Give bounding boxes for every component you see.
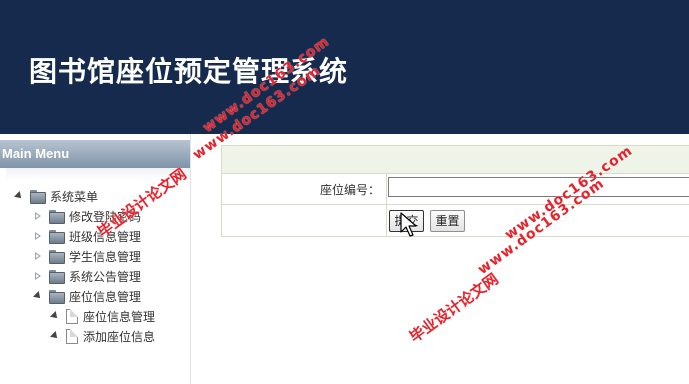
form-row-seat-number: 座位编号： <box>222 173 689 205</box>
sidebar: Main Menu 系统菜单 修改登陆密码 班级信息管理 学生信息管理 系统公告… <box>0 134 191 384</box>
collapse-arrow-icon[interactable] <box>33 291 43 301</box>
tree-item-class-info[interactable]: 班级信息管理 <box>33 226 141 246</box>
folder-icon <box>30 189 46 204</box>
collapse-arrow-icon <box>50 331 60 341</box>
folder-icon <box>49 249 65 264</box>
tree-item-student-info[interactable]: 学生信息管理 <box>33 246 141 266</box>
tree-item-announcements[interactable]: 系统公告管理 <box>33 266 141 286</box>
collapse-arrow-icon[interactable] <box>14 191 24 201</box>
main-menu-title: Main Menu <box>0 140 190 168</box>
expand-arrow-icon[interactable] <box>33 211 43 221</box>
collapse-arrow-icon <box>50 311 60 321</box>
folder-icon <box>49 229 65 244</box>
tree-leaf-seat-info[interactable]: 座位信息管理 <box>50 306 155 326</box>
tree-item-seat-management[interactable]: 座位信息管理 <box>33 286 141 306</box>
seat-number-input[interactable] <box>388 177 689 197</box>
expand-arrow-icon[interactable] <box>33 251 43 261</box>
seat-number-label: 座位编号： <box>319 183 380 197</box>
tree-item-label: 系统公告管理 <box>69 269 142 284</box>
document-icon <box>66 308 78 324</box>
tree-root[interactable]: 系统菜单 <box>14 186 98 206</box>
label-cell: 座位编号： <box>222 173 387 204</box>
mouse-cursor-icon <box>400 212 417 237</box>
tree-root-label: 系统菜单 <box>50 189 99 204</box>
form-row-actions: 提交 重置 <box>222 204 689 236</box>
expand-arrow-icon[interactable] <box>33 231 43 241</box>
tree-item-label: 学生信息管理 <box>69 249 142 264</box>
expand-arrow-icon[interactable] <box>33 271 43 281</box>
reset-button[interactable]: 重置 <box>430 210 465 232</box>
folder-icon <box>49 209 65 224</box>
folder-icon <box>49 289 65 304</box>
document-icon <box>66 328 78 344</box>
tree-leaf-label: 座位信息管理 <box>83 309 156 324</box>
folder-icon <box>49 269 65 284</box>
tree-leaf-label: 添加座位信息 <box>83 329 156 344</box>
label-cell <box>222 204 387 236</box>
tree-item-label: 座位信息管理 <box>69 289 142 304</box>
app-header: 图书馆座位预定管理系统 <box>0 0 689 134</box>
tree-leaf-add-seat[interactable]: 添加座位信息 <box>50 326 155 346</box>
watermark-cn: 毕业设计论文网 <box>406 269 502 347</box>
